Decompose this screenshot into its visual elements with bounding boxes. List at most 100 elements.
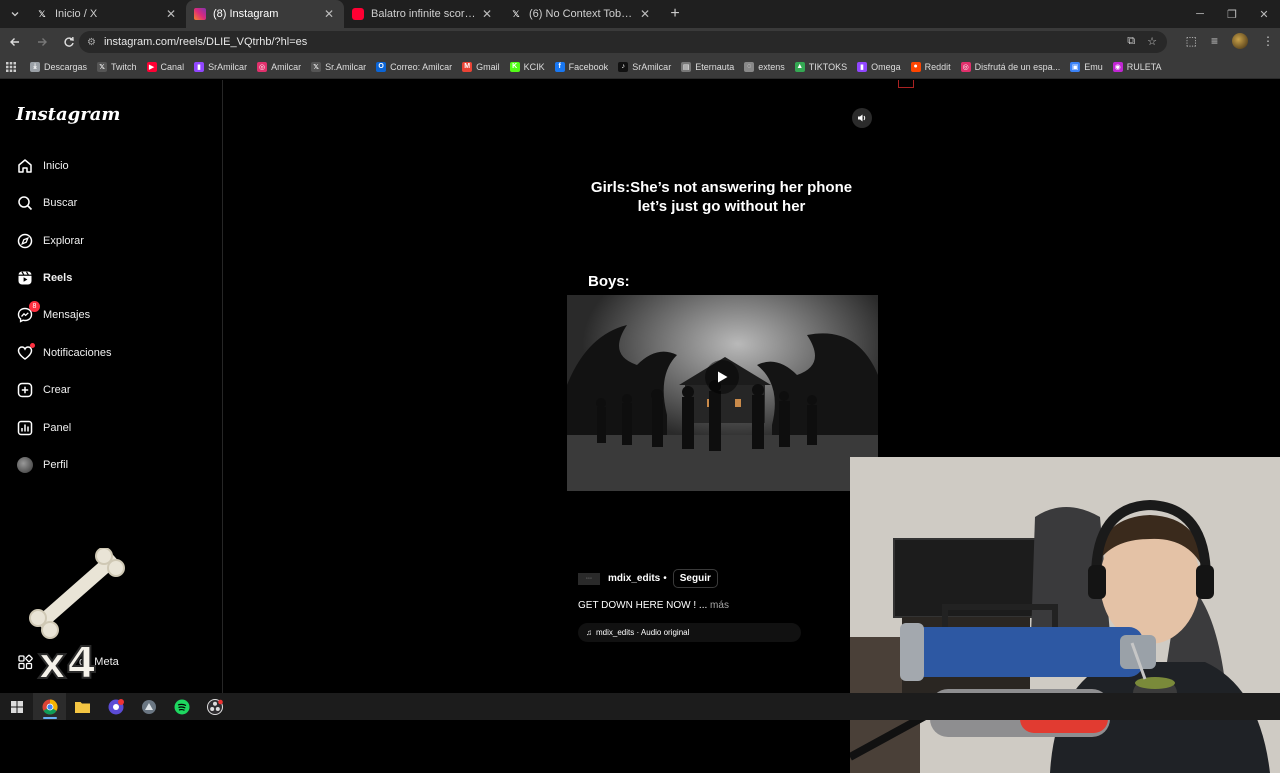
author-avatar[interactable]: ◦◦◦ — [578, 572, 600, 585]
more-link[interactable]: más — [710, 600, 729, 611]
bookmark-item[interactable]: ◎ Disfrutá de un espa... — [960, 61, 1060, 72]
notification-dot — [30, 342, 35, 348]
nav-item-inicio[interactable]: Inicio — [16, 153, 69, 179]
nav-item-perfil[interactable]: Perfil — [16, 452, 68, 478]
nav-item-crear[interactable]: Crear — [16, 377, 71, 403]
reel-author-row: ◦◦◦ mdix_edits • Seguir — [578, 569, 718, 588]
bookmark-label: TIKTOKS — [808, 61, 848, 72]
play-button[interactable] — [705, 360, 739, 394]
new-tab-button[interactable]: + — [664, 5, 686, 23]
volume-button[interactable] — [852, 108, 872, 128]
apps-grid-icon[interactable] — [6, 61, 16, 72]
unread-badge: 8 — [29, 300, 40, 312]
bookmark-item[interactable]: ▮ Omega — [857, 61, 901, 72]
toolbar-right: ⬚ ≡ ⋮ — [1186, 33, 1274, 49]
twitch-icon: ▮ — [194, 61, 205, 72]
window-controls: ─ ❐ ✕ — [1184, 0, 1280, 28]
start-button[interactable] — [0, 693, 33, 720]
tab-inicio-x[interactable]: 𝕏 Inicio / X ✕ — [28, 0, 186, 28]
bookmark-item[interactable]: 𝕏 Twitch — [97, 61, 137, 72]
tab-search-button[interactable] — [2, 4, 28, 24]
taskbar-spotify[interactable] — [165, 693, 198, 720]
youtube-icon: ▶ — [146, 61, 157, 72]
nav-item-mensajes[interactable]: 8 Mensajes — [16, 300, 90, 328]
bookmark-item[interactable]: K KCIK — [509, 61, 545, 72]
close-icon[interactable]: ✕ — [322, 7, 336, 21]
bookmark-item[interactable]: ▮ SrAmilcar — [194, 61, 247, 72]
description-text: GET DOWN HERE NOW ! ... — [578, 600, 708, 611]
youtube-icon — [352, 8, 364, 20]
nav-label: Perfil — [43, 459, 69, 471]
kick-icon: K — [509, 61, 520, 72]
extensions-icon[interactable]: ⬚ — [1186, 34, 1197, 48]
bookmark-star-icon[interactable]: ☆ — [1147, 35, 1157, 48]
bookmark-item[interactable]: ▣ Emu — [1070, 61, 1103, 72]
install-app-icon[interactable]: ⧉ — [1127, 35, 1135, 48]
reel-description: GET DOWN HERE NOW ! ... más — [578, 600, 729, 611]
nav-item-explorar[interactable]: Explorar — [16, 228, 84, 254]
bookmark-item[interactable]: M Gmail — [462, 61, 500, 72]
bookmark-item[interactable]: O Correo: Amilcar — [376, 61, 453, 72]
windows-logo-icon — [10, 700, 23, 713]
close-icon[interactable]: ✕ — [164, 7, 178, 21]
back-button[interactable] — [3, 30, 27, 54]
maximize-button[interactable]: ❐ — [1216, 0, 1248, 28]
bookmark-label: Amilcar — [271, 61, 302, 72]
close-icon[interactable]: ✕ — [638, 7, 652, 21]
nav-label: Panel — [43, 422, 72, 434]
bookmark-item[interactable]: ◌ extens — [744, 61, 785, 72]
follow-button[interactable]: Seguir — [672, 569, 718, 588]
bookmark-label: Correo: Amilcar — [390, 61, 453, 72]
close-icon[interactable]: ✕ — [480, 7, 494, 21]
bookmark-item[interactable]: ● Reddit — [910, 61, 951, 72]
instagram-logo[interactable]: Instagram — [16, 104, 120, 125]
bone-icon: x4 — [29, 547, 125, 690]
menu-kebab-icon[interactable]: ⋮ — [1262, 34, 1274, 48]
instagram-icon: ◎ — [960, 61, 971, 72]
bookmark-item[interactable]: ♪ SrAmilcar — [618, 61, 671, 72]
address-bar[interactable]: ⚙ instagram.com/reels/DLIE_VQtrhb/?hl=es… — [79, 31, 1167, 53]
reload-button[interactable] — [57, 30, 81, 54]
nav-item-panel[interactable]: Panel — [16, 415, 71, 441]
author-name[interactable]: mdix_edits — [608, 573, 660, 584]
forward-button[interactable] — [30, 30, 54, 54]
nav-item-reels[interactable]: Reels — [16, 265, 72, 291]
tab-strip: 𝕏 Inicio / X ✕ (8) Instagram ✕ Balatro i… — [0, 0, 1280, 28]
tab-no-context-x[interactable]: 𝕏 (6) No Context Tobey Maguire · ✕ — [502, 0, 660, 28]
minimize-button[interactable]: ─ — [1184, 0, 1216, 28]
nav-item-notificaciones[interactable]: Notificaciones — [16, 340, 111, 366]
taskbar-app[interactable] — [132, 693, 165, 720]
bookmark-label: Sr.Amilcar — [325, 61, 367, 72]
bookmark-item[interactable]: ⤓ Descargas — [30, 61, 87, 72]
taskbar-file-explorer[interactable] — [66, 693, 99, 720]
nav-label: Notificaciones — [43, 347, 112, 359]
instagram-icon: ◎ — [257, 61, 268, 72]
bookmark-label: extens — [758, 61, 785, 72]
reload-icon — [64, 36, 74, 47]
profile-avatar[interactable] — [1232, 33, 1248, 49]
bookmark-item[interactable]: ◎ Amilcar — [257, 61, 302, 72]
taskbar-obs[interactable] — [198, 693, 231, 720]
nav-label: Explorar — [43, 235, 84, 247]
media-control-icon[interactable]: ≡ — [1211, 34, 1218, 48]
outlook-icon: O — [376, 61, 387, 72]
bookmark-item[interactable]: f Facebook — [554, 61, 608, 72]
multiplier-text: x4 — [38, 638, 97, 688]
separator: • — [663, 573, 667, 584]
bookmark-item[interactable]: 𝕏 Sr.Amilcar — [311, 61, 367, 72]
nav-item-buscar[interactable]: Buscar — [16, 190, 77, 216]
taskbar-chrome-profile[interactable] — [99, 693, 132, 720]
bookmark-item[interactable]: ▤ Eternauta — [681, 61, 734, 72]
bookmark-item[interactable]: ◉ RULETA — [1112, 61, 1162, 72]
bookmark-item[interactable]: ▲ TIKTOKS — [794, 61, 848, 72]
audio-pill[interactable]: ♫ mdix_edits · Audio original — [578, 623, 801, 642]
caption-line-1: Girls:She’s not answering her phone — [590, 179, 853, 196]
bookmark-item[interactable]: ▶ Canal — [146, 61, 184, 72]
toolbar: ⚙ instagram.com/reels/DLIE_VQtrhb/?hl=es… — [0, 28, 1280, 55]
close-window-button[interactable]: ✕ — [1248, 0, 1280, 28]
taskbar-chrome[interactable] — [33, 693, 66, 720]
site-info-icon[interactable]: ⚙ — [87, 37, 96, 48]
caption-boys: Boys: — [588, 273, 630, 290]
tab-balatro-youtube[interactable]: Balatro infinite score (naneinf) · ✕ — [344, 0, 502, 28]
tab-instagram[interactable]: (8) Instagram ✕ — [186, 0, 344, 28]
